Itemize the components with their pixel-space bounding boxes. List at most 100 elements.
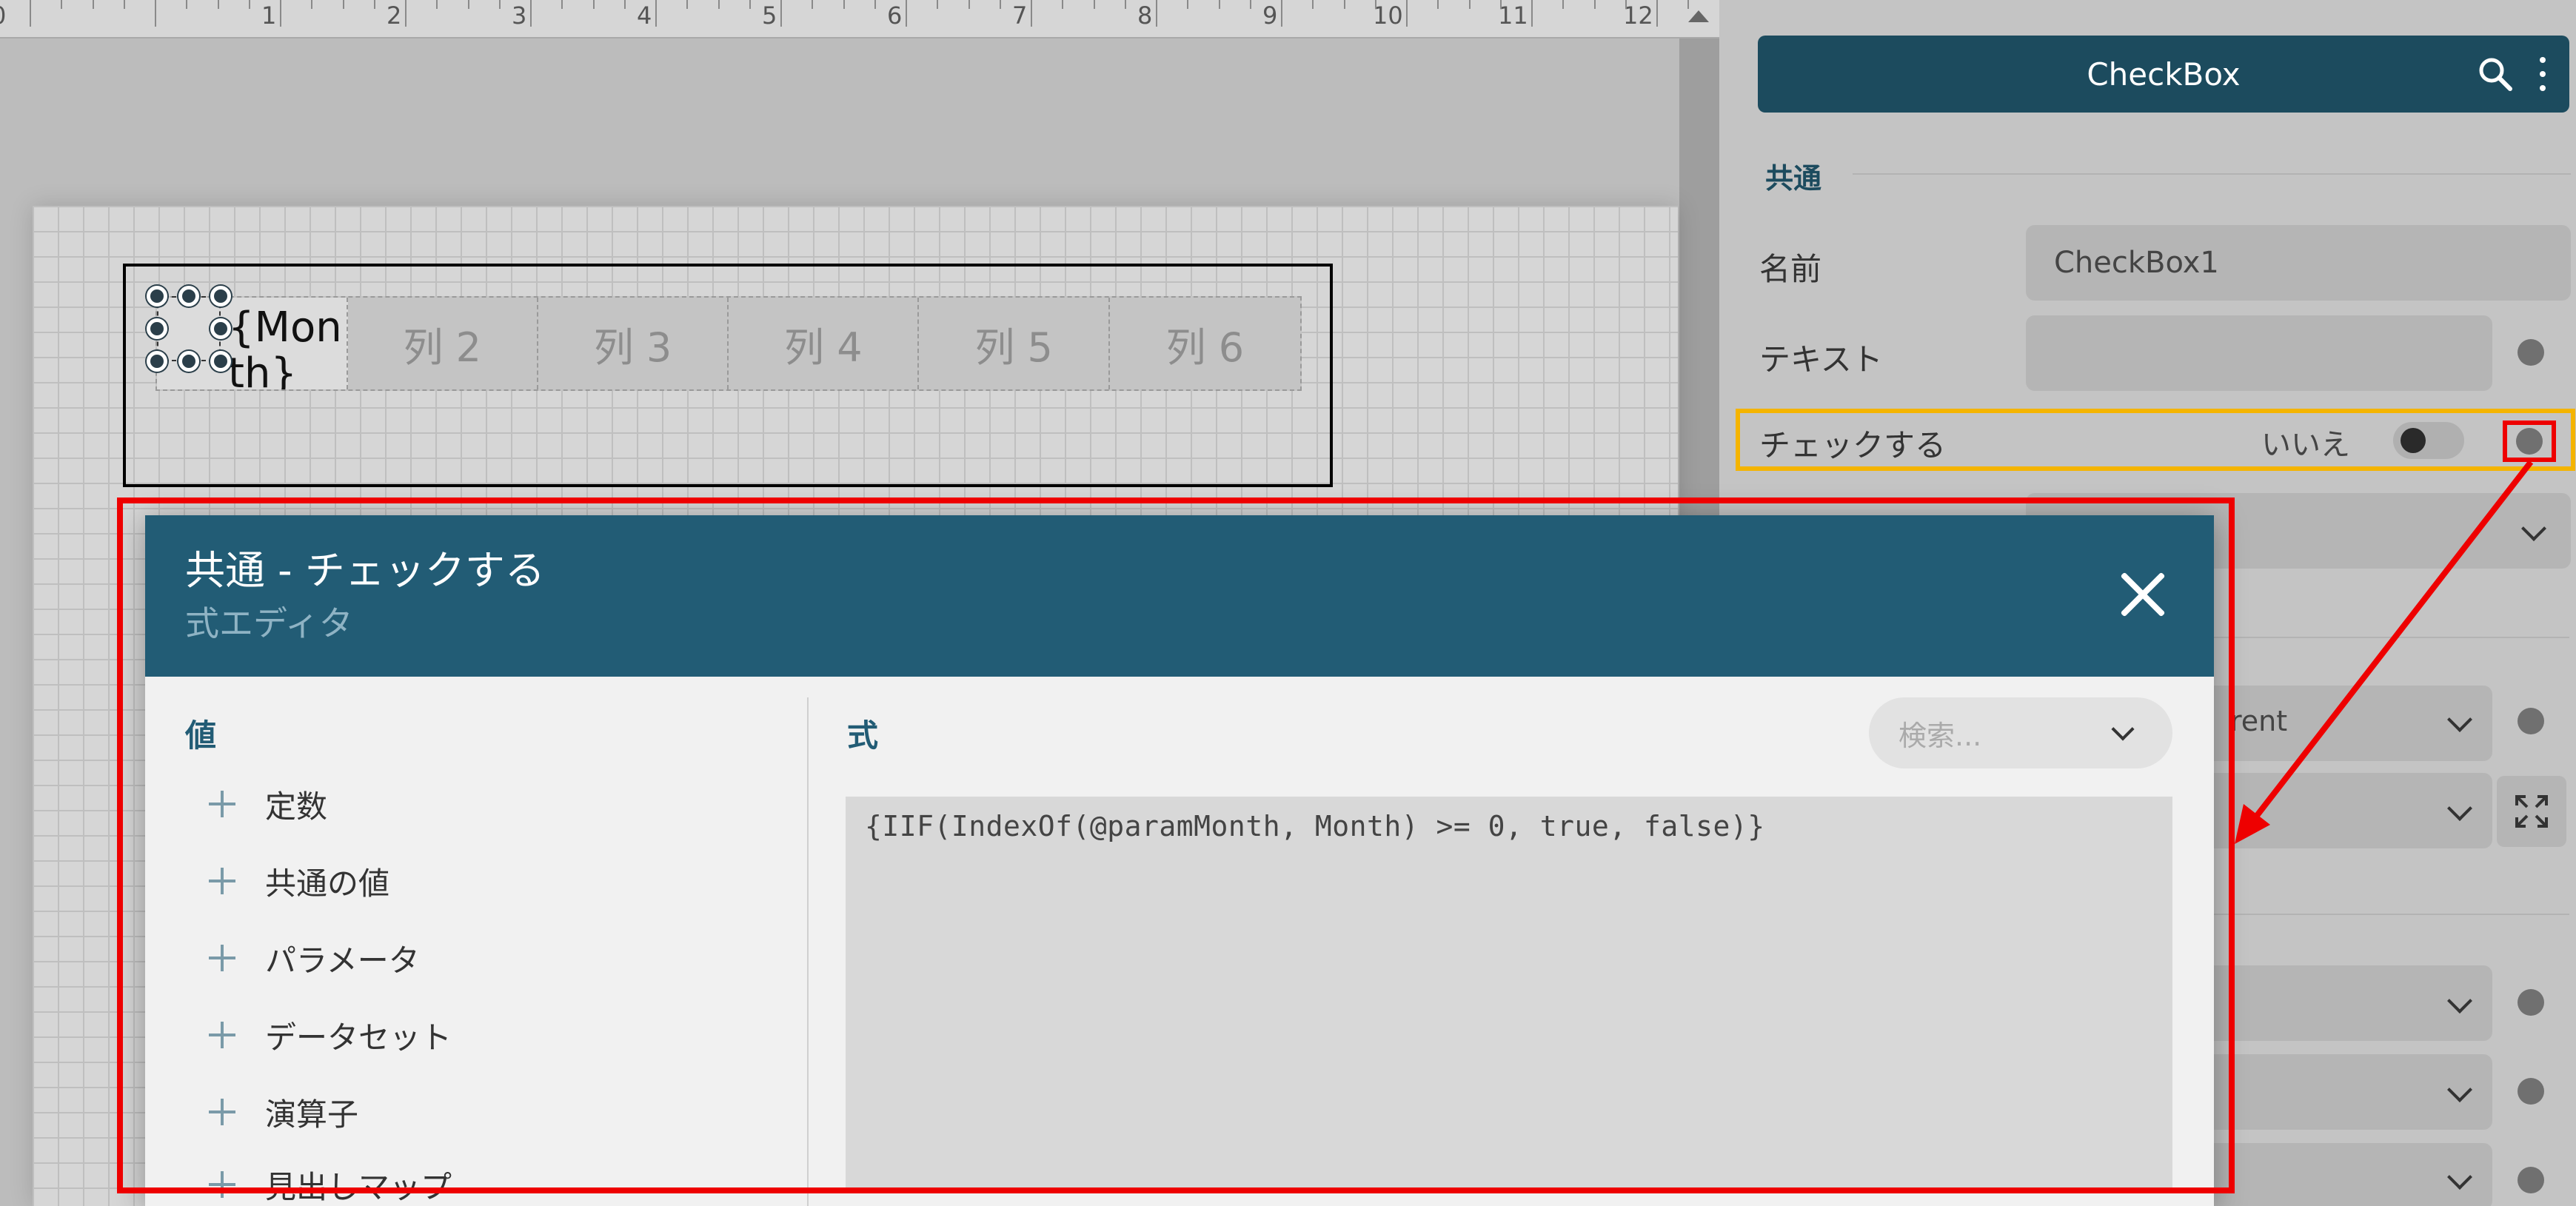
ruler-minor-tick (217, 0, 219, 9)
ruler-number: 5 (762, 1, 777, 30)
resize-handle-s[interactable] (178, 351, 199, 372)
ruler-number: 4 (637, 1, 652, 30)
ruler-minor-tick (623, 0, 626, 9)
table-cell-col2[interactable]: 列 2 (348, 298, 538, 389)
ruler-minor-tick (592, 0, 595, 9)
checked-label: チェックする (1759, 427, 1947, 463)
ruler-number: 8 (1137, 1, 1153, 30)
ruler-scroll-up-icon[interactable] (1688, 10, 1709, 22)
ruler-number: 0 (0, 1, 6, 30)
more-vert-icon[interactable] (2528, 53, 2557, 95)
table-cell-col3[interactable]: 列 3 (538, 298, 729, 389)
ruler-minor-tick (1249, 0, 1251, 9)
ruler-minor-tick (1499, 0, 1502, 9)
name-label: 名前 (1759, 251, 1822, 287)
ruler-minor-tick (843, 0, 845, 9)
ruler-number: 12 (1623, 1, 1653, 30)
resize-handle-w[interactable] (147, 318, 167, 339)
ruler-minor-tick (1374, 0, 1376, 9)
resize-handle-n[interactable] (178, 286, 199, 306)
expression-dot-icon[interactable] (2518, 339, 2544, 366)
ruler-major-tick (1531, 0, 1533, 27)
expand-icon[interactable] (2497, 776, 2566, 847)
ruler-major-tick (1031, 0, 1032, 27)
ruler-number: 10 (1373, 1, 1403, 30)
ruler-minor-tick (248, 0, 250, 9)
ruler-minor-tick (812, 0, 814, 9)
ruler-major-tick (155, 0, 156, 27)
ruler-minor-tick (717, 0, 720, 9)
ruler-minor-tick (1625, 0, 1627, 9)
horizontal-ruler: 012345678910111213 (0, 0, 1719, 38)
ruler-major-tick (1656, 0, 1658, 27)
ruler-minor-tick (311, 0, 313, 9)
checked-toggle[interactable] (2393, 422, 2464, 459)
ruler-minor-tick (749, 0, 751, 9)
table-cell-col4[interactable]: 列 4 (729, 298, 920, 389)
ruler-minor-tick (686, 0, 689, 9)
ruler-minor-tick (61, 0, 63, 9)
resize-handle-nw[interactable] (147, 286, 167, 306)
expand-arrows-icon (2515, 795, 2548, 828)
ruler-minor-tick (1062, 0, 1064, 9)
section-divider (1853, 173, 2571, 175)
ruler-major-tick (530, 0, 532, 27)
expression-dot-icon[interactable] (2518, 1167, 2544, 1193)
ruler-minor-tick (1562, 0, 1565, 9)
ruler-minor-tick (467, 0, 469, 9)
text-field[interactable] (2026, 315, 2492, 391)
checked-value: いいえ (2261, 428, 2350, 462)
ruler-minor-tick (1687, 0, 1690, 9)
section-common-title: 共通 (1765, 162, 1822, 195)
name-field[interactable]: CheckBox1 (2026, 225, 2571, 301)
ruler-number: 2 (387, 1, 402, 30)
ruler-minor-tick (1124, 0, 1126, 9)
expression-dot-highlight (2503, 421, 2556, 462)
ruler-number: 6 (887, 1, 903, 30)
ruler-minor-tick (937, 0, 939, 9)
resize-handle-se[interactable] (210, 351, 231, 372)
dialog-highlight (117, 498, 2235, 1193)
ruler-minor-tick (92, 0, 94, 9)
toggle-knob (2401, 428, 2426, 453)
ruler-minor-tick (186, 0, 188, 9)
ruler-major-tick (655, 0, 657, 27)
ruler-number: 11 (1498, 1, 1528, 30)
resize-handle-e[interactable] (210, 318, 231, 339)
ruler-major-tick (30, 0, 31, 27)
resize-handle-sw[interactable] (147, 351, 167, 372)
table-cell-col5[interactable]: 列 5 (919, 298, 1110, 389)
ruler-minor-tick (498, 0, 501, 9)
ruler-minor-tick (874, 0, 876, 9)
ruler-number: 9 (1262, 1, 1278, 30)
expression-dot-icon[interactable] (2518, 1078, 2544, 1105)
ruler-number: 3 (512, 1, 527, 30)
ruler-major-tick (906, 0, 907, 27)
ruler-minor-tick (1468, 0, 1471, 9)
ruler-major-tick (405, 0, 407, 27)
expression-dot-icon[interactable] (2518, 708, 2544, 734)
table-header-row[interactable]: {Mon th} 列 2 列 3 列 4 列 5 列 6 (155, 296, 1302, 391)
ruler-minor-tick (1093, 0, 1095, 9)
ruler-major-tick (1406, 0, 1408, 27)
ruler-minor-tick (1437, 0, 1439, 9)
ruler-major-tick (1156, 0, 1157, 27)
ruler-number: 7 (1012, 1, 1028, 30)
ruler-major-tick (1281, 0, 1282, 27)
ruler-major-tick (780, 0, 782, 27)
ruler-minor-tick (561, 0, 563, 9)
ruler-minor-tick (436, 0, 438, 9)
panel-header: CheckBox (1758, 36, 2569, 113)
resize-handle-ne[interactable] (210, 286, 231, 306)
ruler-major-tick (280, 0, 281, 27)
ruler-minor-tick (1312, 0, 1314, 9)
table-cell-col6[interactable]: 列 6 (1110, 298, 1300, 389)
search-icon[interactable] (2476, 55, 2515, 93)
ruler-minor-tick (373, 0, 375, 9)
ruler-minor-tick (1218, 0, 1220, 9)
ruler-minor-tick (1593, 0, 1596, 9)
ruler-minor-tick (123, 0, 125, 9)
property-value-partial: rent (2230, 705, 2288, 737)
ruler-minor-tick (1343, 0, 1345, 9)
expression-dot-icon[interactable] (2518, 989, 2544, 1016)
